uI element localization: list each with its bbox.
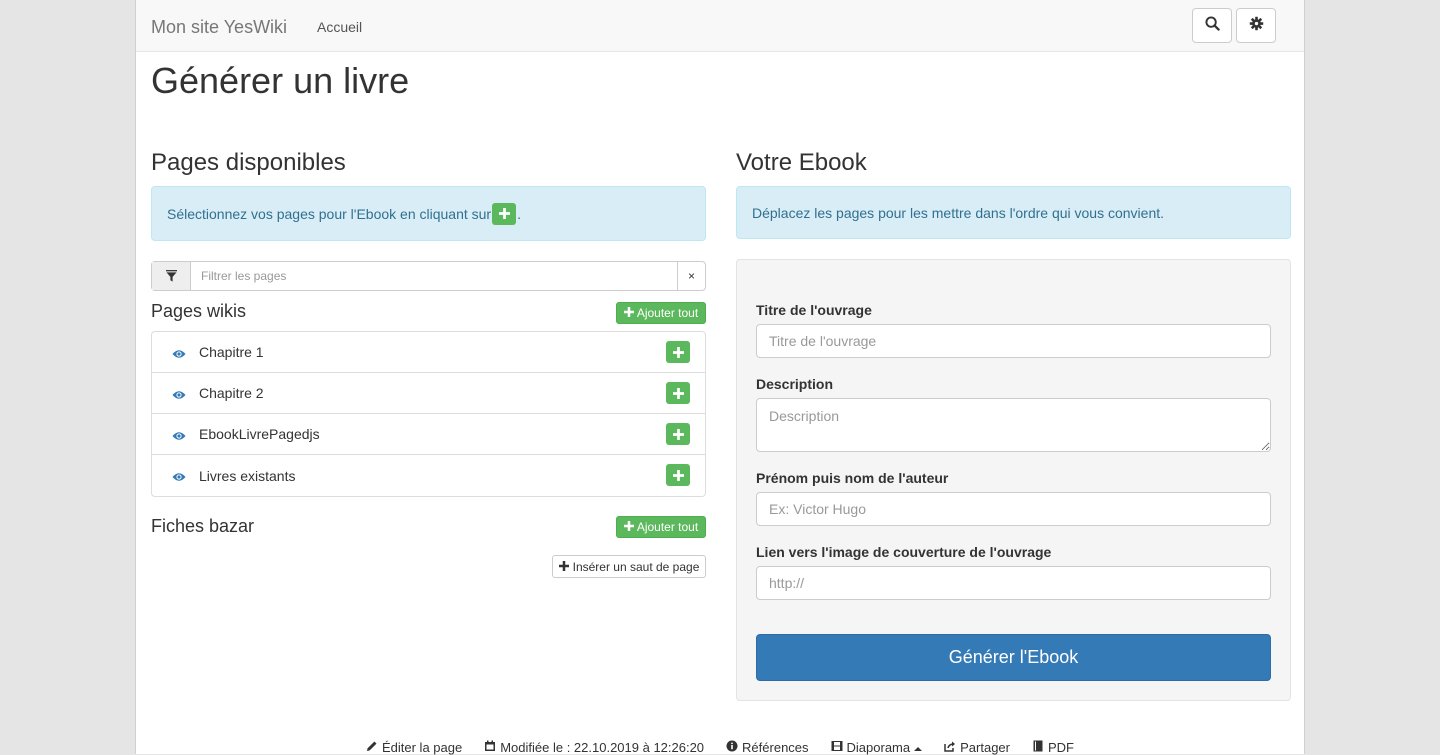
slideshow-label: Diaporama [846,740,911,755]
cover-label: Lien vers l'image de couverture de l'ouv… [756,544,1052,560]
list-item-label[interactable]: Chapitre 2 [199,385,264,401]
page-break-label: Insérer un saut de page [572,559,700,574]
description-label: Description [756,376,834,392]
list-item-label[interactable]: EbookLivrePagedjs [199,426,320,442]
eye-icon[interactable] [172,346,186,362]
page-container: Mon site YesWiki Accueil Générer un livr… [135,0,1305,755]
references-label: Références [742,740,809,755]
list-item: EbookLivrePagedjs [152,414,705,455]
page-footer: Éditer la page Modifiée le : 22.10.2019 … [136,740,1304,755]
wiki-pages-list: Chapitre 1 Chapitre 2 EbookLivrePagedjs … [151,331,706,497]
share-icon [944,740,956,755]
your-ebook-heading: Votre Ebook [736,149,867,176]
site-brand[interactable]: Mon site YesWiki [151,17,287,38]
add-all-label: Ajouter tout [636,306,699,320]
add-page-button[interactable] [666,423,690,445]
pdf-link[interactable]: PDF [1032,740,1074,755]
filter-icon [152,262,191,290]
caret-up-icon [914,740,923,755]
references-link[interactable]: Références [726,740,809,755]
add-page-button[interactable] [666,382,690,404]
navbar: Mon site YesWiki Accueil [136,0,1304,52]
add-page-button[interactable] [666,464,690,486]
eye-icon[interactable] [172,428,186,444]
film-icon [831,740,843,755]
info-text-before: Sélectionnez vos pages pour l'Ebook en c… [167,205,492,222]
page-title: Générer un livre [151,60,410,101]
ebook-form: Titre de l'ouvrage Description Prénom pu… [736,259,1291,701]
filter-clear-button[interactable]: × [677,262,705,290]
nav-link-accueil[interactable]: Accueil [317,19,362,35]
author-label: Prénom puis nom de l'auteur [756,470,949,486]
title-label: Titre de l'ouvrage [756,302,872,318]
your-ebook-info: Déplacez les pages pour les mettre dans … [736,186,1291,239]
add-all-label: Ajouter tout [636,520,699,534]
share-link[interactable]: Partager [944,740,1010,755]
insert-page-break-button[interactable]: Insérer un saut de page [552,555,706,578]
generate-ebook-button[interactable]: Générer l'Ebook [756,634,1271,681]
description-textarea[interactable] [756,398,1271,452]
title-input[interactable] [756,324,1271,358]
edit-page-label: Éditer la page [381,740,463,755]
plus-icon [492,202,517,225]
list-item: Chapitre 2 [152,373,705,414]
modified-date: Modifiée le : 22.10.2019 à 12:26:20 [484,740,704,755]
search-icon [1204,15,1220,36]
list-item: Livres existants [152,455,705,496]
edit-page-link[interactable]: Éditer la page [366,740,462,755]
plus-icon [623,306,634,320]
wiki-pages-heading: Pages wikis [151,301,247,321]
calendar-icon [484,740,496,755]
list-item-label[interactable]: Livres existants [199,468,295,484]
list-item: Chapitre 1 [152,332,705,373]
author-input[interactable] [756,492,1271,526]
list-item-label[interactable]: Chapitre 1 [199,344,264,360]
filter-pages-input[interactable] [191,262,677,290]
add-page-button[interactable] [666,341,690,363]
add-all-wiki-button[interactable]: Ajouter tout [616,302,706,324]
available-pages-info: Sélectionnez vos pages pour l'Ebook en c… [151,186,706,241]
add-all-bazar-button[interactable]: Ajouter tout [616,516,706,538]
modified-date-text: Modifiée le : 22.10.2019 à 12:26:20 [500,740,705,755]
bazar-heading: Fiches bazar [151,516,255,536]
info-text-after: . [517,205,521,222]
book-icon [1032,740,1044,755]
settings-button[interactable] [1236,8,1276,43]
filter-group: × [151,261,706,291]
share-label: Partager [960,740,1010,755]
eye-icon[interactable] [172,387,186,403]
gear-icon [1249,16,1264,36]
eye-icon[interactable] [172,469,186,485]
info-text: Déplacez les pages pour les mettre dans … [752,204,1165,221]
available-pages-heading: Pages disponibles [151,149,346,176]
info-circle-icon [726,740,738,755]
search-button[interactable] [1192,8,1232,43]
plus-icon [558,560,569,574]
plus-icon [623,520,634,534]
pencil-icon [366,740,378,755]
cover-url-input[interactable] [756,566,1271,600]
slideshow-dropdown[interactable]: Diaporama [831,740,923,755]
pdf-label: PDF [1048,740,1074,755]
